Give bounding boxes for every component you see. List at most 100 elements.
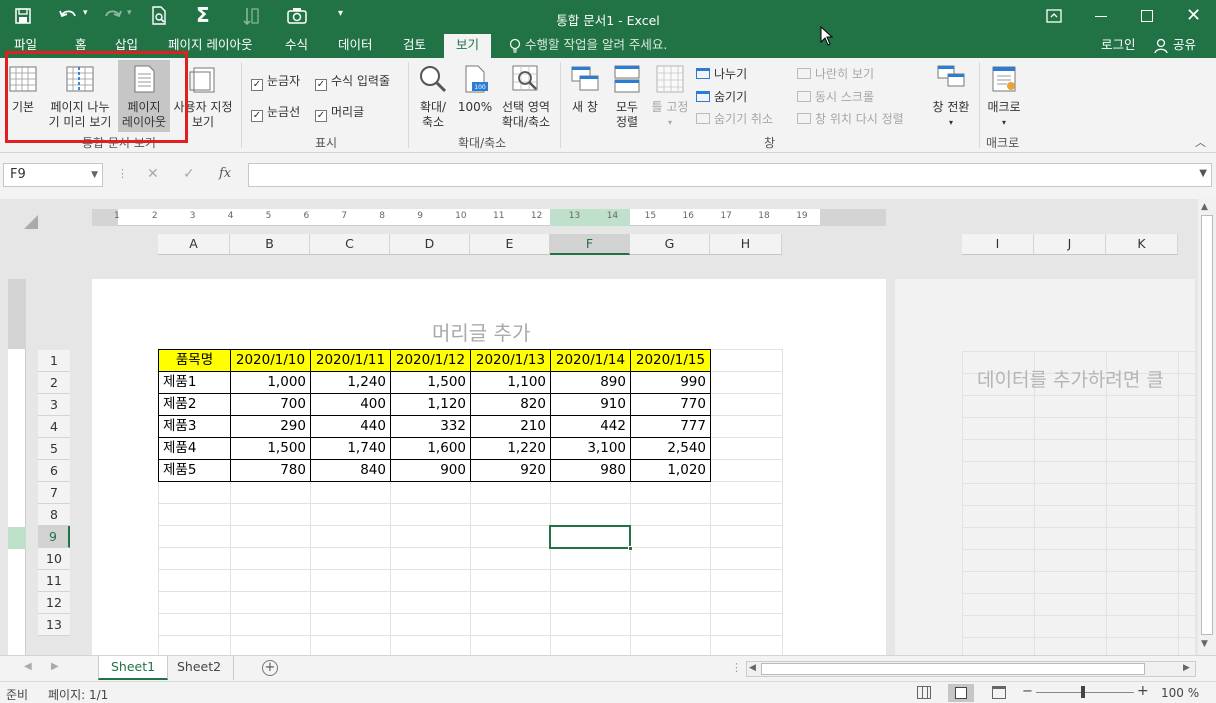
- zoom-in-button[interactable]: +: [1137, 683, 1149, 699]
- row-header-3[interactable]: 3: [38, 394, 70, 416]
- ribbon-display-options-icon[interactable]: [1046, 9, 1062, 23]
- column-header-e[interactable]: E: [470, 234, 550, 255]
- column-header-c[interactable]: C: [310, 234, 390, 255]
- maximize-icon[interactable]: [1141, 10, 1153, 22]
- row-header-10[interactable]: 10: [38, 548, 70, 570]
- column-header-b[interactable]: B: [230, 234, 310, 255]
- row-header-11[interactable]: 11: [38, 570, 70, 592]
- zoom-level[interactable]: 100 %: [1161, 686, 1199, 700]
- scroll-up-icon[interactable]: ▲: [1201, 202, 1208, 212]
- table-header-cell[interactable]: 2020/1/10: [230, 349, 311, 372]
- table-cell[interactable]: 820: [470, 393, 551, 416]
- scroll-thumb[interactable]: [1201, 215, 1213, 635]
- table-cell[interactable]: 840: [310, 459, 391, 482]
- row-header-9[interactable]: 9: [38, 526, 70, 548]
- horizontal-scrollbar[interactable]: ◀ ▶: [746, 661, 1196, 677]
- table-cell[interactable]: 1,500: [390, 371, 471, 394]
- split-button[interactable]: 나누기: [696, 65, 747, 82]
- sheet-tab-sheet2[interactable]: Sheet2: [165, 656, 235, 680]
- table-cell[interactable]: 2,540: [630, 437, 711, 460]
- collapse-ribbon-icon[interactable]: ︿: [1195, 134, 1206, 150]
- formula-bar-checkbox[interactable]: ✓ 수식 입력줄: [315, 72, 390, 91]
- column-header-i[interactable]: I: [962, 234, 1034, 255]
- scroll-right-icon[interactable]: ▶: [1183, 663, 1190, 673]
- fill-handle[interactable]: [628, 546, 633, 551]
- column-header-a[interactable]: A: [158, 234, 230, 255]
- row-header-4[interactable]: 4: [38, 416, 70, 438]
- headings-checkbox[interactable]: ✓ 머리글: [315, 103, 364, 122]
- zoom-out-button[interactable]: −: [1022, 684, 1033, 699]
- gridlines-checkbox[interactable]: ✓ 눈금선: [251, 103, 300, 122]
- zoom-to-selection-button[interactable]: 선택 영역 확대/축소: [496, 62, 556, 132]
- table-cell[interactable]: 제품1: [158, 371, 231, 394]
- table-cell[interactable]: 제품5: [158, 459, 231, 482]
- table-cell[interactable]: 332: [390, 415, 471, 438]
- table-header-cell[interactable]: 2020/1/12: [390, 349, 471, 372]
- table-cell[interactable]: 290: [230, 415, 311, 438]
- tab-data[interactable]: 데이터: [338, 34, 373, 58]
- horizontal-scroll-thumb[interactable]: [761, 663, 1145, 675]
- row-header-2[interactable]: 2: [38, 372, 70, 394]
- table-cell[interactable]: 제품4: [158, 437, 231, 460]
- scroll-down-icon[interactable]: ▼: [1201, 639, 1208, 649]
- new-sheet-icon[interactable]: +: [262, 660, 278, 676]
- table-cell[interactable]: 3,100: [550, 437, 631, 460]
- new-window-button[interactable]: 새 창: [566, 62, 604, 132]
- zoom-slider-thumb[interactable]: [1081, 686, 1085, 698]
- table-cell[interactable]: 210: [470, 415, 551, 438]
- close-icon[interactable]: ✕: [1186, 5, 1201, 26]
- tab-view[interactable]: 보기: [444, 34, 492, 58]
- formula-input[interactable]: ▼: [248, 163, 1212, 187]
- hide-button[interactable]: 숨기기: [696, 88, 747, 105]
- row-header-8[interactable]: 8: [38, 504, 70, 526]
- header-placeholder[interactable]: 머리글 추가: [432, 317, 530, 346]
- table-cell[interactable]: 920: [470, 459, 551, 482]
- table-cell[interactable]: 780: [230, 459, 311, 482]
- column-header-k[interactable]: K: [1106, 234, 1178, 255]
- table-header-cell[interactable]: 2020/1/15: [630, 349, 711, 372]
- table-cell[interactable]: 1,120: [390, 393, 471, 416]
- table-cell[interactable]: 1,000: [230, 371, 311, 394]
- column-header-h[interactable]: H: [710, 234, 782, 255]
- ruler-checkbox[interactable]: ✓ 눈금자: [251, 72, 300, 91]
- zoom-slider-track[interactable]: [1036, 692, 1134, 693]
- table-cell[interactable]: 900: [390, 459, 471, 482]
- table-cell[interactable]: 440: [310, 415, 391, 438]
- table-cell[interactable]: 700: [230, 393, 311, 416]
- page-layout-view-icon[interactable]: [948, 684, 974, 702]
- column-header-f[interactable]: F: [550, 234, 630, 255]
- sheet-tab-sheet1[interactable]: Sheet1: [98, 656, 169, 680]
- table-header-cell[interactable]: 2020/1/14: [550, 349, 631, 372]
- table-cell[interactable]: 990: [630, 371, 711, 394]
- tell-me-box[interactable]: 수행할 작업을 알려 주세요.: [525, 34, 667, 58]
- row-header-7[interactable]: 7: [38, 482, 70, 504]
- name-box[interactable]: F9 ▼: [3, 163, 103, 187]
- table-cell[interactable]: 890: [550, 371, 631, 394]
- vertical-scrollbar[interactable]: ▲ ▼: [1198, 199, 1216, 655]
- tab-formulas[interactable]: 수식: [285, 34, 308, 58]
- share-button[interactable]: 공유: [1173, 34, 1196, 58]
- login-link[interactable]: 로그인: [1101, 34, 1136, 58]
- scroll-left-icon[interactable]: ◀: [749, 663, 756, 673]
- arrange-all-button[interactable]: 모두 정렬: [608, 62, 646, 132]
- column-header-d[interactable]: D: [390, 234, 470, 255]
- table-cell[interactable]: 442: [550, 415, 631, 438]
- tab-review[interactable]: 검토: [403, 34, 426, 58]
- column-header-g[interactable]: G: [630, 234, 710, 255]
- minimize-icon[interactable]: [1095, 16, 1107, 17]
- table-header-cell[interactable]: 2020/1/13: [470, 349, 551, 372]
- normal-view-icon[interactable]: [917, 686, 931, 699]
- zoom-100-button[interactable]: 100 100%: [456, 62, 494, 132]
- person-icon[interactable]: [1154, 38, 1168, 54]
- right-page-hint[interactable]: 데이터를 추가하려면 클: [977, 365, 1195, 392]
- table-cell[interactable]: 400: [310, 393, 391, 416]
- column-header-j[interactable]: J: [1034, 234, 1106, 255]
- row-header-12[interactable]: 12: [38, 592, 70, 614]
- next-sheet-icon[interactable]: ▶: [51, 661, 59, 672]
- macros-button[interactable]: 매크로 ▾: [984, 62, 1024, 132]
- table-header-cell[interactable]: 2020/1/11: [310, 349, 391, 372]
- insert-function-icon[interactable]: fx: [219, 166, 231, 181]
- table-cell[interactable]: 777: [630, 415, 711, 438]
- table-cell[interactable]: 1,740: [310, 437, 391, 460]
- row-header-6[interactable]: 6: [38, 460, 70, 482]
